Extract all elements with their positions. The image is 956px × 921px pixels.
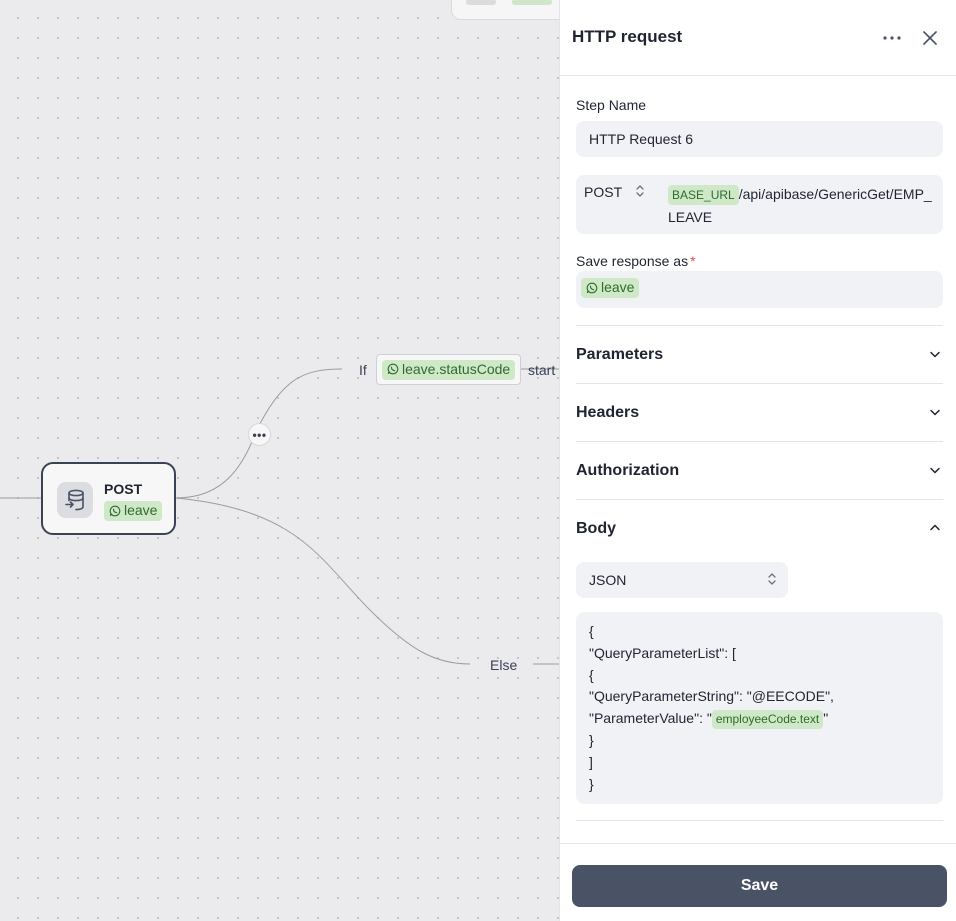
updown-icon	[768, 573, 776, 585]
chevron-up-icon	[930, 524, 940, 531]
section-headers-title: Headers	[576, 404, 640, 421]
else-edge	[175, 497, 471, 665]
section-body-title: Body	[576, 520, 616, 537]
body-editor[interactable]: { "QueryParameterList": [ { "QueryParame…	[576, 612, 943, 804]
url-input[interactable]: BASE_URL/api/apibase/GenericGet/EMP_LEAV…	[668, 183, 936, 229]
workflow-canvas[interactable]: POST leave ••• If leave.statusCode start…	[0, 0, 559, 921]
code-line: {	[589, 666, 594, 683]
condition-operator: start	[528, 362, 556, 378]
save-button[interactable]: Save	[572, 865, 947, 907]
code-line-parameter-value: "ParameterValue": " employeeCode.text "	[589, 708, 930, 730]
chevron-down-icon	[930, 467, 940, 474]
http-request-panel: HTTP request Step Name HTTP Request 6 PO…	[559, 0, 956, 921]
param-value-variable-chip: employeeCode.text	[711, 710, 824, 730]
node-variable: leave	[104, 501, 163, 522]
response-variable-chip: leave	[581, 278, 640, 298]
save-response-label: Save response as *	[576, 253, 696, 269]
step-name-label: Step Name	[576, 97, 647, 113]
panel-footer: Save	[560, 843, 956, 921]
updown-icon	[636, 185, 644, 197]
edge-lines	[0, 368, 559, 665]
whatsapp-icon	[586, 282, 598, 293]
param-value-suffix: "	[823, 710, 829, 727]
section-headers[interactable]: Headers	[576, 383, 943, 441]
code-line: "QueryParameterString": "@EECODE",	[589, 688, 834, 705]
code-line: }	[589, 731, 594, 748]
save-response-input[interactable]: leave	[576, 271, 943, 308]
chevron-down-icon	[930, 351, 940, 358]
previous-node[interactable]	[451, 0, 559, 20]
condition-variable-chip: leave.statusCode	[382, 359, 516, 380]
chevron-down-icon	[930, 409, 940, 416]
condition-box[interactable]: leave.statusCode	[376, 354, 522, 385]
node-variable-name: leave	[124, 502, 158, 518]
panel-header: HTTP request	[560, 0, 956, 76]
section-body[interactable]: Body	[576, 499, 943, 557]
body-format-value: JSON	[589, 572, 627, 588]
request-url-row: POST BASE_URL/api/apibase/GenericGet/EMP…	[576, 175, 943, 234]
code-line: }	[589, 775, 594, 792]
close-icon	[923, 31, 937, 45]
previous-node-chip-placeholder	[512, 0, 552, 5]
divider	[576, 820, 943, 821]
required-marker: *	[690, 253, 696, 269]
method-select[interactable]: POST	[584, 184, 622, 200]
section-authorization-title: Authorization	[576, 462, 680, 479]
whatsapp-icon	[109, 505, 121, 516]
if-label: If	[359, 362, 367, 378]
condition-variable: leave.statusCode	[402, 360, 511, 377]
previous-node-icon-placeholder	[466, 0, 496, 5]
url-variable-chip: BASE_URL	[668, 185, 739, 205]
more-button[interactable]	[880, 26, 904, 50]
code-line: {	[589, 623, 594, 639]
save-response-label-text: Save response as	[576, 253, 689, 269]
code-line: "QueryParameterList": [	[589, 644, 736, 661]
more-icon	[883, 36, 901, 40]
database-icon	[57, 482, 93, 518]
else-label: Else	[490, 657, 518, 673]
node-title: POST	[104, 481, 143, 497]
body-format-select[interactable]: JSON	[576, 562, 788, 598]
http-request-node[interactable]: POST leave	[41, 462, 176, 535]
whatsapp-icon	[387, 363, 399, 375]
close-button[interactable]	[918, 26, 942, 50]
section-parameters-title: Parameters	[576, 346, 664, 363]
section-parameters[interactable]: Parameters	[576, 325, 943, 383]
edge-menu-button[interactable]: •••	[248, 423, 271, 446]
variable-chip: leave	[104, 501, 163, 521]
param-value-prefix: "ParameterValue": "	[589, 710, 712, 727]
response-variable-name: leave	[601, 279, 635, 295]
panel-title: HTTP request	[572, 27, 683, 46]
step-name-input[interactable]: HTTP Request 6	[576, 121, 943, 157]
section-authorization[interactable]: Authorization	[576, 441, 943, 499]
code-line: ]	[589, 753, 593, 770]
